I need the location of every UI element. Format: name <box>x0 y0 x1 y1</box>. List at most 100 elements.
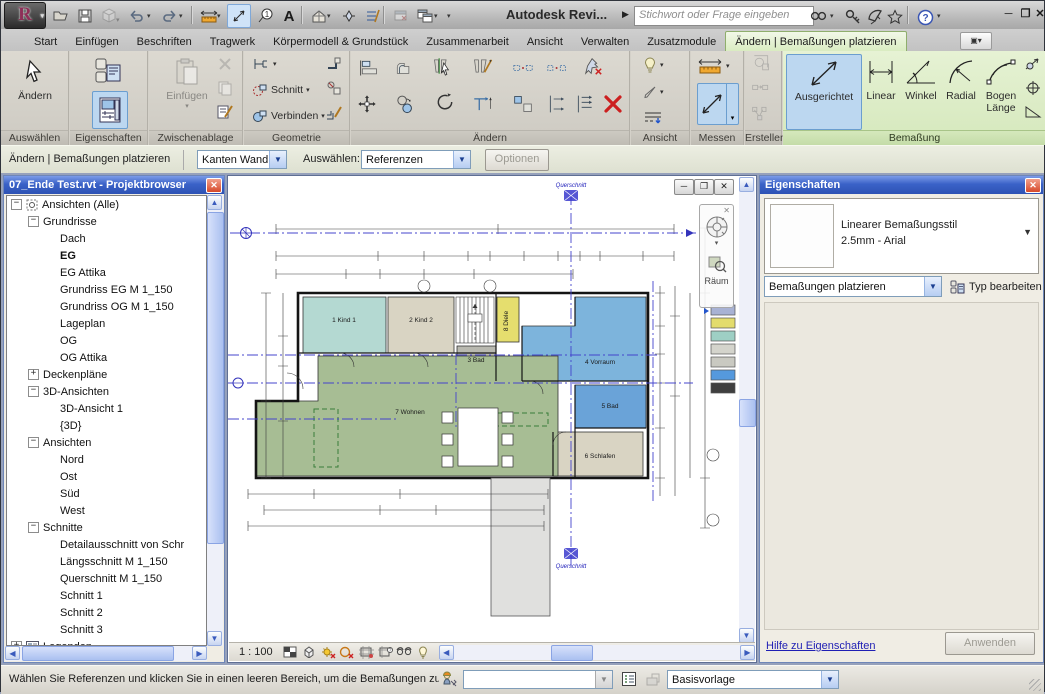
view-restore-button[interactable]: ❐ <box>694 179 714 195</box>
properties-help-link[interactable]: Hilfe zu Eigenschaften <box>766 640 875 652</box>
panel-label[interactable]: Zwischenablage <box>149 130 242 145</box>
tree-item-schnitte[interactable]: Schnitte <box>7 519 206 536</box>
close-button[interactable]: ✕ <box>1034 7 1045 22</box>
reveal-hidden-icon[interactable] <box>414 645 433 660</box>
dim-winkel-button[interactable]: Winkel <box>901 54 941 102</box>
template-select[interactable]: Basisvorlage ▼ <box>667 670 839 689</box>
scroll-right-icon[interactable]: ▶ <box>192 646 207 660</box>
properties-parameter-area[interactable] <box>764 302 1039 630</box>
create-assembly-icon[interactable] <box>751 105 771 123</box>
create-similar-icon[interactable] <box>751 83 771 101</box>
properties-palette-button[interactable] <box>92 91 128 129</box>
tag-button[interactable]: 1 <box>253 4 277 28</box>
canvas-horizontal-scrollbar[interactable]: ◀ ▶ <box>438 644 755 661</box>
tree-item-og[interactable]: OG <box>7 332 206 349</box>
collapse-icon[interactable] <box>28 522 39 533</box>
collapse-icon[interactable] <box>28 216 39 227</box>
dim-radial-button[interactable]: Radial <box>943 54 979 102</box>
project-browser-title[interactable]: 07_Ende Test.rvt - Projektbrowser <box>4 176 224 194</box>
scroll-down-icon[interactable]: ▼ <box>739 628 754 643</box>
tree-item-ansichten[interactable]: Ansichten <box>7 434 206 451</box>
copy-icon[interactable] <box>215 79 235 97</box>
match-properties-icon[interactable] <box>215 103 235 121</box>
tree-item-grundrisse[interactable]: Grundrisse <box>7 213 206 230</box>
tree-item-laengsschnitt[interactable]: Längsschnitt M 1_150 <box>7 553 206 570</box>
title-expand-icon[interactable]: ▶ <box>622 9 629 20</box>
chevron-down-icon[interactable]: ▾ <box>726 84 738 124</box>
spot-elevation-icon[interactable] <box>1023 55 1043 73</box>
scrollbar-thumb[interactable] <box>207 212 224 544</box>
split-element-icon[interactable] <box>433 57 453 76</box>
resize-grip-icon[interactable] <box>1029 679 1041 691</box>
view-minimize-button[interactable]: ─ <box>674 179 694 195</box>
edit-requests-icon[interactable] <box>645 671 661 687</box>
tree-item-querschnitt[interactable]: Querschnitt M 1_150 <box>7 570 206 587</box>
visual-style-icon[interactable] <box>300 645 319 660</box>
sun-path-off-icon[interactable] <box>319 645 338 660</box>
apply-button[interactable]: Anwenden <box>945 632 1035 655</box>
tree-item-og-attika[interactable]: OG Attika <box>7 349 206 366</box>
panel-label[interactable]: Bemaßung <box>783 130 1045 145</box>
unpin-icon[interactable] <box>583 57 603 75</box>
search-dropdown[interactable]: ▾ <box>830 12 834 20</box>
mode-select[interactable]: Bemaßungen platzieren ▼ <box>764 276 942 297</box>
edit-type-button[interactable]: Typ bearbeiten <box>950 276 1042 297</box>
scrollbar-thumb[interactable] <box>22 646 174 661</box>
tab-einfuegen[interactable]: Einfügen <box>66 32 127 51</box>
dim-linear-button[interactable]: Linear <box>863 54 899 102</box>
subscription-key-icon[interactable] <box>841 5 865 29</box>
measure-dropdown[interactable]: ▾ <box>217 12 221 20</box>
modify-button[interactable]: Ändern <box>11 54 59 102</box>
measure-tool-icon[interactable]: ▾ <box>697 57 730 75</box>
section-button[interactable] <box>337 4 361 28</box>
crop-view-icon[interactable] <box>357 645 376 660</box>
tree-item-3d-ansicht-1[interactable]: 3D-Ansicht 1 <box>7 400 206 417</box>
override-graphics-icon[interactable]: ▾ <box>643 85 664 99</box>
close-icon[interactable]: ✕ <box>1025 178 1041 193</box>
drawing-area[interactable]: Querschnitt Querschnitt 1 Kind 1 2 Kind … <box>227 175 757 663</box>
panel-label[interactable]: Ändern <box>351 130 629 145</box>
temporary-hide-icon[interactable] <box>395 645 414 660</box>
linework-icon[interactable] <box>643 109 663 125</box>
shadows-off-icon[interactable] <box>338 645 357 660</box>
close-hidden-windows-button[interactable] <box>389 4 413 28</box>
tree-item-detailausschnitt[interactable]: Detailausschnitt von Schr <box>7 536 206 553</box>
browser-horizontal-scrollbar[interactable]: ◀ ▶ <box>5 646 207 661</box>
detail-level-icon[interactable] <box>281 645 300 660</box>
delete-icon[interactable] <box>603 95 623 113</box>
align-icon[interactable] <box>359 59 379 77</box>
minimize-button[interactable]: ─ <box>1001 7 1016 22</box>
text-button[interactable]: A <box>277 4 301 28</box>
undo-button[interactable] <box>125 4 149 28</box>
favorites-star-icon[interactable] <box>883 5 907 29</box>
type-selector[interactable]: Linearer Bemaßungsstil 2.5mm - Arial ▼ <box>764 198 1039 274</box>
floor-plan-svg[interactable]: Querschnitt Querschnitt 1 Kind 1 2 Kind … <box>228 176 740 644</box>
search-icon[interactable] <box>807 5 831 29</box>
scroll-left-icon[interactable]: ◀ <box>438 644 454 660</box>
tree-item-lageplan[interactable]: Lageplan <box>7 315 206 332</box>
tree-item-west[interactable]: West <box>7 502 206 519</box>
sync-button[interactable]: ▾ <box>97 4 121 28</box>
panel-label[interactable]: Geometrie <box>244 130 349 145</box>
collapse-icon[interactable] <box>28 437 39 448</box>
scroll-up-icon[interactable]: ▲ <box>739 177 754 192</box>
scrollbar-thumb[interactable] <box>739 399 756 427</box>
panel-label[interactable]: Messen <box>691 130 743 145</box>
delete-clipboard-icon[interactable] <box>215 55 235 73</box>
tree-item-legenden[interactable]: Legenden <box>7 638 206 645</box>
trim-multiple-icon[interactable] <box>575 95 595 113</box>
tab-ansicht[interactable]: Ansicht <box>518 32 572 51</box>
scroll-down-icon[interactable]: ▼ <box>207 631 222 646</box>
open-button[interactable] <box>49 4 73 28</box>
cut-geometry-button[interactable]: Schnitt ▾ <box>252 83 310 97</box>
browser-vertical-scrollbar[interactable]: ▲ ▼ <box>207 195 224 646</box>
undo-dropdown[interactable]: ▾ <box>147 12 151 20</box>
tree-item-3d-ansichten[interactable]: 3D-Ansichten <box>7 383 206 400</box>
collapse-icon[interactable] <box>11 199 22 210</box>
design-options-icon[interactable] <box>441 671 458 688</box>
tree-item-eg-active[interactable]: EG <box>7 247 206 264</box>
design-options-select[interactable]: ▼ <box>463 670 613 689</box>
spot-coordinate-icon[interactable] <box>1023 79 1043 97</box>
properties-title[interactable]: Eigenschaften <box>760 176 1043 194</box>
dim-aligned-button[interactable]: Ausgerichtet <box>786 54 862 130</box>
